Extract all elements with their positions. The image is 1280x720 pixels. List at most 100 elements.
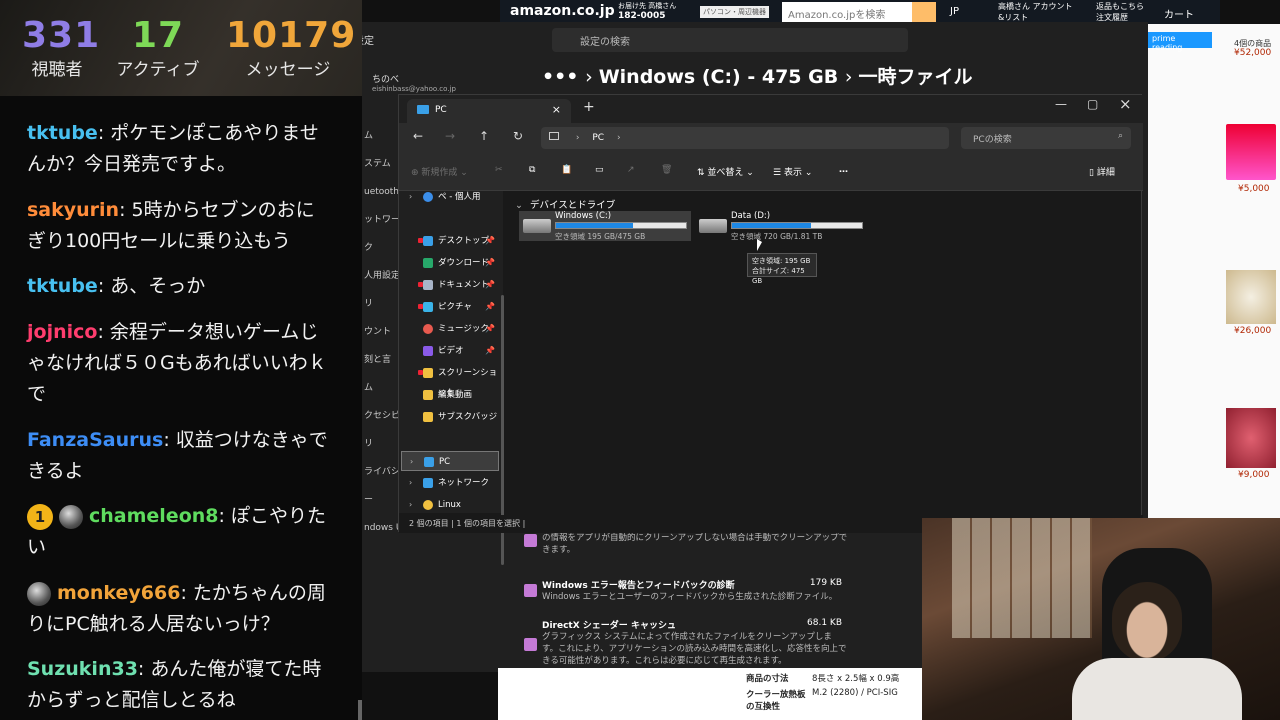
nav-item-network[interactable]: › ネットワーク <box>401 473 499 493</box>
nav-item-personal[interactable]: › ペ - 個人用 <box>401 187 499 207</box>
download-icon <box>423 258 433 268</box>
pin-icon[interactable]: 📌 <box>485 319 495 339</box>
copy-icon[interactable]: ⧉ <box>529 165 535 175</box>
chat-username[interactable]: tktube <box>27 275 98 297</box>
category-select[interactable]: パソコン・周辺機器 <box>700 6 769 18</box>
close-icon[interactable]: × <box>552 103 561 116</box>
new-label: 新規作成 <box>421 168 458 178</box>
drive-d[interactable]: Data (D:) 空き領域 720 GB/1.81 TB <box>695 211 867 241</box>
breadcrumb-drive[interactable]: Windows (C:) - 475 GB <box>599 66 839 88</box>
streamer <box>1112 582 1182 662</box>
stat-messages: 10179 メッセージ <box>226 14 355 82</box>
more-button[interactable]: … <box>839 165 848 175</box>
checkbox[interactable] <box>524 638 537 651</box>
monitor-icon <box>549 132 559 140</box>
spec-row: 商品の寸法 8長さ x 2.5幅 x 0.9高 <box>746 672 899 684</box>
up-icon[interactable]: ↑ <box>479 129 489 143</box>
pin-icon[interactable]: 📌 <box>485 297 495 317</box>
network-icon <box>423 478 433 488</box>
amazon-logo[interactable]: amazon.co.jp <box>510 3 615 19</box>
drive-c[interactable]: Windows (C:) 空き領域 195 GB/475 GB <box>519 211 691 241</box>
product-image[interactable] <box>1226 124 1276 180</box>
view-button[interactable]: ☰ 表示 ⌄ <box>773 165 812 178</box>
delete-icon[interactable]: 🗑 <box>661 165 672 175</box>
pin-icon[interactable]: 📌 <box>485 275 495 295</box>
chat-username[interactable]: FanzaSaurus <box>27 429 163 451</box>
tab-pc[interactable]: PC × <box>407 99 571 123</box>
share-icon[interactable]: ↗ <box>627 165 635 175</box>
refresh-icon[interactable]: ↻ <box>513 129 523 143</box>
address-bar[interactable]: › PC › <box>541 127 949 149</box>
prime-reading-banner[interactable]: prime reading <box>1148 32 1212 52</box>
chevron-right-icon[interactable]: › <box>410 452 413 472</box>
nav-item-pictures[interactable]: ピクチャ 📌 <box>401 297 499 317</box>
checkbox[interactable] <box>524 584 537 597</box>
product-image[interactable] <box>1226 408 1276 468</box>
nav-item-videos[interactable]: ビデオ 📌 <box>401 341 499 361</box>
chat-username[interactable]: sakyurin <box>27 199 119 221</box>
forward-icon[interactable]: → <box>445 129 455 143</box>
more-icon[interactable]: ••• <box>542 66 578 88</box>
rename-icon[interactable]: ▭ <box>595 165 604 175</box>
back-icon[interactable]: ← <box>413 129 423 143</box>
chevron-right-icon[interactable]: › <box>576 133 580 143</box>
pin-icon[interactable]: 📌 <box>485 231 495 251</box>
details-button[interactable]: ▯ 詳細 <box>1089 165 1115 178</box>
chat-username[interactable]: chameleon8 <box>89 505 219 527</box>
drive-usage-bar <box>731 222 863 229</box>
language-select[interactable]: JP <box>950 6 959 17</box>
file-list: ⌄ デバイスとドライブ Windows (C:) 空き領域 195 GB/475… <box>505 191 1141 513</box>
cleanup-item-desc: Windows エラーとユーザーのフィードバックから生成された診断ファイル。 <box>542 592 838 602</box>
nav-item-sub-badges[interactable]: サブスクバッジ <box>401 407 499 427</box>
group-header[interactable]: ⌄ デバイスとドライブ <box>515 197 615 211</box>
new-button[interactable]: ⊕ 新規作成 ⌄ <box>411 165 468 178</box>
stat-active: 17 アクティブ <box>108 14 208 82</box>
chat-panel: 331 視聴者 17 アクティブ 10179 メッセージ tktube: ポケモ… <box>0 0 362 720</box>
account-menu[interactable]: 高橋さん アカウント&リスト <box>998 1 1078 23</box>
nav-item-downloads[interactable]: ダウンロード 📌 <box>401 253 499 273</box>
sort-button[interactable]: ⇅ 並べ替え ⌄ <box>697 165 754 178</box>
settings-search-input[interactable]: 設定の検索 <box>552 28 908 52</box>
paste-icon[interactable]: 📋 <box>561 165 572 175</box>
chat-username[interactable]: tktube <box>27 122 98 144</box>
chat-username[interactable]: monkey666 <box>57 582 180 604</box>
chat-message: tktube: ポケモンぽこあやりませんか？今日発売ですよ。 <box>27 122 319 175</box>
nav-item-edited-videos[interactable]: 編集動画 <box>401 385 499 405</box>
cart-link[interactable]: カート <box>1164 6 1194 21</box>
minimize-icon[interactable]: — <box>1055 97 1067 111</box>
scrollbar[interactable] <box>358 700 362 720</box>
close-window-icon[interactable]: × <box>1119 95 1132 113</box>
user-info: ちのべ eishinbass@yahoo.co.jp <box>372 72 456 93</box>
cleanup-item-desc: グラフィックス システムによって作成されたファイルをクリーンアップします。これに… <box>542 632 847 666</box>
pin-icon[interactable]: 📌 <box>485 341 495 361</box>
chevron-right-icon[interactable]: › <box>409 495 412 515</box>
nav-label: ピクチャ <box>438 302 472 312</box>
desktop-icon <box>423 236 433 246</box>
maximize-icon[interactable]: ▢ <box>1087 97 1098 111</box>
chat-username[interactable]: jojnico <box>27 321 97 343</box>
postal-code[interactable]: 182-0005 <box>618 11 666 21</box>
chat-username[interactable]: Suzukin33 <box>27 658 138 680</box>
pin-icon[interactable]: 📌 <box>485 253 495 273</box>
nav-item-screenshots[interactable]: スクリーンショット <box>401 363 499 398</box>
deliver-to[interactable]: お届け先 高橋さん <box>618 1 676 11</box>
nav-item-music[interactable]: ミュージック 📌 <box>401 319 499 339</box>
search-icon[interactable] <box>912 2 936 22</box>
cut-icon[interactable]: ✂ <box>495 165 503 175</box>
chevron-right-icon[interactable]: › <box>617 133 621 143</box>
chevron-right-icon[interactable]: › <box>409 187 412 207</box>
nav-item-documents[interactable]: ドキュメント 📌 <box>401 275 499 295</box>
nav-item-desktop[interactable]: デスクトップ 📌 <box>401 231 499 251</box>
product-image[interactable] <box>1226 270 1276 324</box>
nav-item-linux[interactable]: › Linux <box>401 495 499 515</box>
chevron-down-icon[interactable]: ⌄ <box>515 200 523 211</box>
orders-link[interactable]: 返品もこちら 注文履歴 <box>1096 1 1146 23</box>
amazon-search-input[interactable]: Amazon.co.jpを検索 <box>782 2 912 22</box>
chevron-right-icon[interactable]: › <box>409 473 412 493</box>
new-tab-icon[interactable]: + <box>583 99 595 115</box>
checkbox[interactable] <box>524 534 537 547</box>
video-icon <box>423 346 433 356</box>
search-input[interactable]: PCの検索 ⌕ <box>961 127 1131 149</box>
nav-item-pc[interactable]: › PC <box>401 451 499 471</box>
address-segment[interactable]: PC <box>592 133 604 143</box>
